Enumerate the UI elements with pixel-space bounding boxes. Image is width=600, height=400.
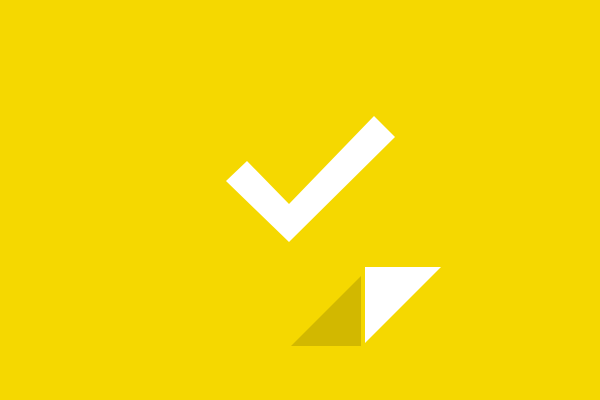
splash-screen — [0, 0, 600, 400]
logo-graphic — [0, 0, 600, 400]
